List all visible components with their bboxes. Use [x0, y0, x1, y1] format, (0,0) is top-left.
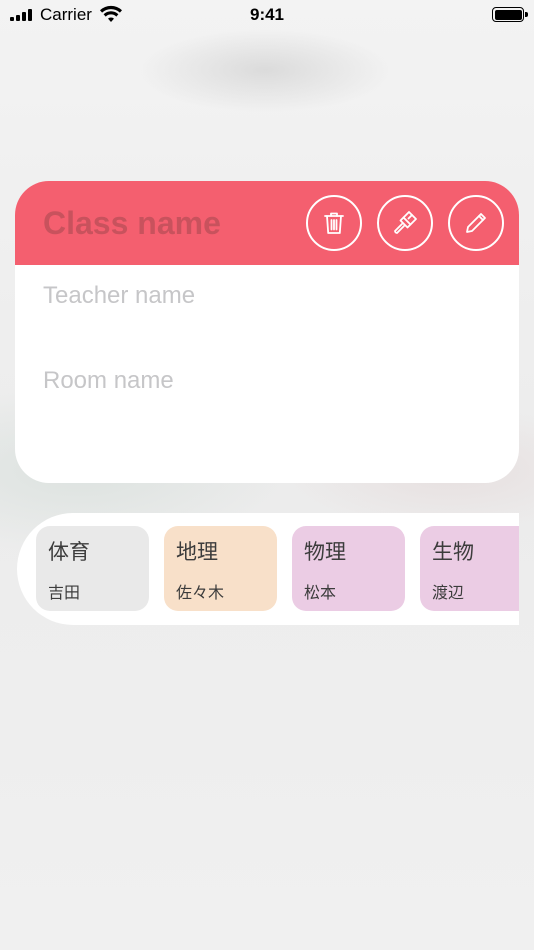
- subject-teacher: 松本: [304, 583, 337, 602]
- subject-name: 体育: [48, 540, 90, 564]
- paintbrush-icon: [394, 211, 417, 234]
- room-name-input[interactable]: [43, 365, 483, 397]
- clock: 9:41: [249, 5, 285, 24]
- subject-teacher: 佐々木: [176, 583, 225, 602]
- edit-button[interactable]: [448, 195, 504, 251]
- trash-icon: [324, 212, 344, 234]
- subject-name: 地理: [176, 540, 218, 564]
- pencil-icon: [466, 213, 486, 233]
- status-bar: Carrier 9:41: [0, 0, 534, 30]
- subject-carousel[interactable]: 体育 吉田 地理 佐々木 物理 松本 生物 渡辺: [17, 513, 519, 625]
- subject-card-biology[interactable]: 生物 渡辺: [420, 526, 519, 611]
- color-button[interactable]: [377, 195, 433, 251]
- class-name-input[interactable]: [43, 203, 303, 243]
- teacher-name-input[interactable]: [43, 280, 483, 312]
- subject-card-geography[interactable]: 地理 佐々木: [164, 526, 277, 611]
- subject-teacher: 渡辺: [432, 583, 465, 602]
- subject-name: 生物: [432, 540, 474, 564]
- subject-teacher: 吉田: [48, 583, 81, 602]
- subject-card-pe[interactable]: 体育 吉田: [36, 526, 149, 611]
- delete-button[interactable]: [306, 195, 362, 251]
- subject-name: 物理: [304, 540, 346, 564]
- battery-icon: [492, 7, 528, 22]
- subject-card-physics[interactable]: 物理 松本: [292, 526, 405, 611]
- class-editor-card: [15, 181, 519, 483]
- class-card-header: [15, 181, 519, 265]
